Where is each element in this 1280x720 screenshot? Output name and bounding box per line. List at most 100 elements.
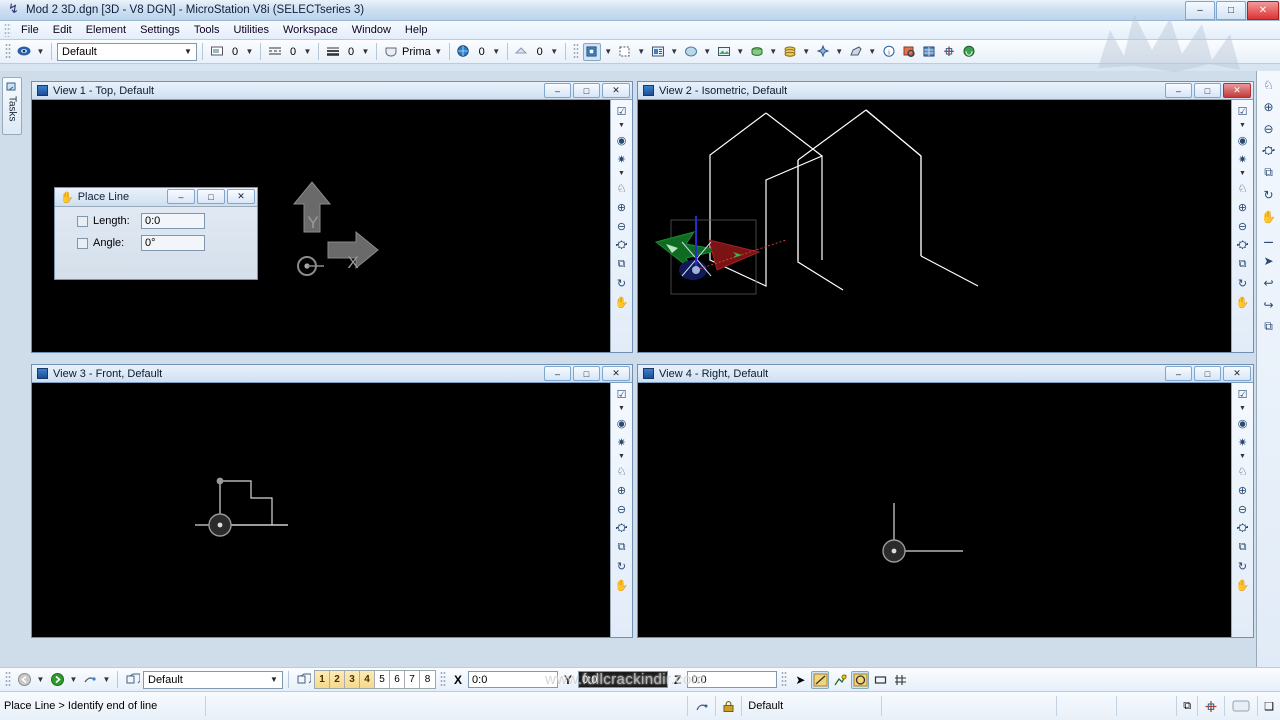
place-line-dialog[interactable]: ✋ Place Line – □ ✕ Length: Angle: [54,187,258,280]
info-icon[interactable]: i [880,43,898,61]
pan-view-icon[interactable]: ✋ [1259,207,1279,226]
view-2-close-button[interactable]: ✕ [1223,83,1251,98]
view-2-title-bar[interactable]: View 2 - Isometric, Default – □ ✕ [638,82,1253,100]
bottom-toolbar-grip[interactable] [5,671,11,688]
z-coordinate-input[interactable]: 0:0 [687,671,777,688]
view-4-maximize-button[interactable]: □ [1194,366,1221,381]
zoom-out-icon[interactable]: ⊖ [1259,119,1279,138]
menu-item-utilities[interactable]: Utilities [227,22,276,38]
place-line-maximize-button[interactable]: □ [197,189,225,204]
view-display-dropdown[interactable]: ▼ [1234,452,1252,461]
view-4-title-bar[interactable]: View 4 - Right, Default – □ ✕ [638,365,1253,383]
menu-item-element[interactable]: Element [79,22,133,38]
view-1-minimize-button[interactable]: – [544,83,571,98]
models-icon[interactable] [814,43,832,61]
view-group-7[interactable]: 7 [405,671,420,688]
rotate-view-dynamic-icon[interactable]: ↻ [1234,557,1252,575]
menu-item-edit[interactable]: Edit [46,22,79,38]
window-area-icon[interactable]: ⛮ [1234,236,1252,254]
view-4-minimize-button[interactable]: – [1165,366,1192,381]
view-attributes-dropdown[interactable]: ▼ [1234,404,1252,413]
zoom-in-icon[interactable]: ⊕ [1234,481,1252,499]
length-checkbox[interactable] [77,216,88,227]
references-dropdown[interactable]: ▼ [768,43,779,61]
change-view-perspective-icon[interactable]: ♘ [1234,462,1252,480]
priority-icon[interactable] [513,43,531,61]
active-level-combo[interactable]: Default ▼ [57,43,197,61]
fence-indicator-icon[interactable]: ❑ [1257,696,1280,716]
references-icon[interactable] [748,43,766,61]
angle-input[interactable] [141,235,205,251]
view-display-mode-icon[interactable]: ✷ [1234,433,1252,451]
accudraw-indicator-icon[interactable] [1197,696,1224,716]
element-attributes-icon[interactable] [15,43,33,61]
view-group-4[interactable]: 4 [360,671,375,688]
y-coordinate-input[interactable]: 0:0 [578,671,668,688]
level-manager-dropdown[interactable]: ▼ [735,43,746,61]
class-icon[interactable] [455,43,473,61]
view-display-dropdown[interactable]: ▼ [613,169,631,178]
place-line-dialog-title-bar[interactable]: ✋ Place Line – □ ✕ [55,188,257,207]
rotate-view-dynamic-icon[interactable]: ↻ [613,557,631,575]
status-input-field[interactable] [205,696,687,716]
view-group-2[interactable]: 2 [330,671,345,688]
menu-grip[interactable] [4,23,11,37]
pan-view-icon[interactable]: ✋ [613,576,631,594]
fit-view-icon[interactable]: ⧉ [1234,538,1252,556]
line-style-icon[interactable] [266,43,284,61]
rotate-view-icon[interactable]: ◉ [613,131,631,149]
view-group-6[interactable]: 6 [390,671,405,688]
pointer-icon[interactable]: ➤ [791,671,809,689]
view-group-8[interactable]: 8 [420,671,435,688]
tasks-panel[interactable]: Tasks [2,77,22,135]
zoom-out-icon[interactable]: ⊖ [1234,500,1252,518]
level-display-icon[interactable] [682,43,700,61]
zoom-out-icon[interactable]: ⊖ [1234,217,1252,235]
level-display-dropdown[interactable]: ▼ [702,43,713,61]
view-attributes-dropdown[interactable]: ▼ [613,121,631,130]
place-line-close-button[interactable]: ✕ [227,189,255,204]
menu-item-settings[interactable]: Settings [133,22,187,38]
update-view-icon[interactable]: ☑ [1234,385,1252,403]
zoom-in-icon[interactable]: ⊕ [1259,97,1279,116]
walk-view-icon[interactable]: ⚊ [1259,229,1279,248]
pan-view-icon[interactable]: ✋ [613,293,631,311]
view-3-window[interactable]: View 3 - Front, Default – □ ✕ ☑ [31,364,633,638]
pan-view-icon[interactable]: ✋ [1234,576,1252,594]
raster-manager-icon[interactable] [781,43,799,61]
change-view-perspective-icon[interactable]: ♘ [1259,75,1279,94]
view-previous-icon[interactable]: ↩ [1259,273,1279,292]
priority-dropdown[interactable]: ▼ [549,43,560,61]
place-smartline-icon[interactable] [831,671,849,689]
rotate-view-dynamic-icon[interactable]: ↻ [613,274,631,292]
rotate-view-icon[interactable]: ↻ [1259,185,1279,204]
color-dropdown[interactable]: ▼ [244,43,255,61]
view-4-window[interactable]: View 4 - Right, Default – □ ✕ ☑ ▼ ◉ ✷ ▼ [637,364,1254,638]
snap-mode-status[interactable] [687,696,715,716]
toolbar-grip[interactable] [5,43,11,60]
view-1-maximize-button[interactable]: □ [573,83,600,98]
line-style-dropdown[interactable]: ▼ [302,43,313,61]
view-3-minimize-button[interactable]: – [544,366,571,381]
menu-item-file[interactable]: File [14,22,46,38]
transparency-icon[interactable] [382,43,400,61]
selection-indicator-icon[interactable] [1224,696,1257,716]
fit-view-icon[interactable]: ⧉ [613,255,631,273]
menu-item-workspace[interactable]: Workspace [276,22,345,38]
snap-indicator-icon[interactable]: ⧉ [1176,696,1197,716]
view-3-canvas[interactable] [32,383,610,637]
menu-item-window[interactable]: Window [345,22,398,38]
view-next-icon[interactable]: ↪ [1259,295,1279,314]
place-pattern-icon[interactable] [891,671,909,689]
change-view-perspective-icon[interactable]: ♘ [613,179,631,197]
primary-toolbar-grip[interactable] [573,43,579,60]
fit-view-icon[interactable]: ⧉ [1234,255,1252,273]
place-line-minimize-button[interactable]: – [167,189,195,204]
view-display-mode-icon[interactable]: ✷ [613,150,631,168]
zoom-in-icon[interactable]: ⊕ [1234,198,1252,216]
view-2-minimize-button[interactable]: – [1165,83,1192,98]
place-block-icon[interactable] [871,671,889,689]
update-view-icon[interactable]: ☑ [1234,102,1252,120]
models-dropdown[interactable]: ▼ [834,43,845,61]
x-coordinate-input[interactable]: 0:0 [468,671,558,688]
